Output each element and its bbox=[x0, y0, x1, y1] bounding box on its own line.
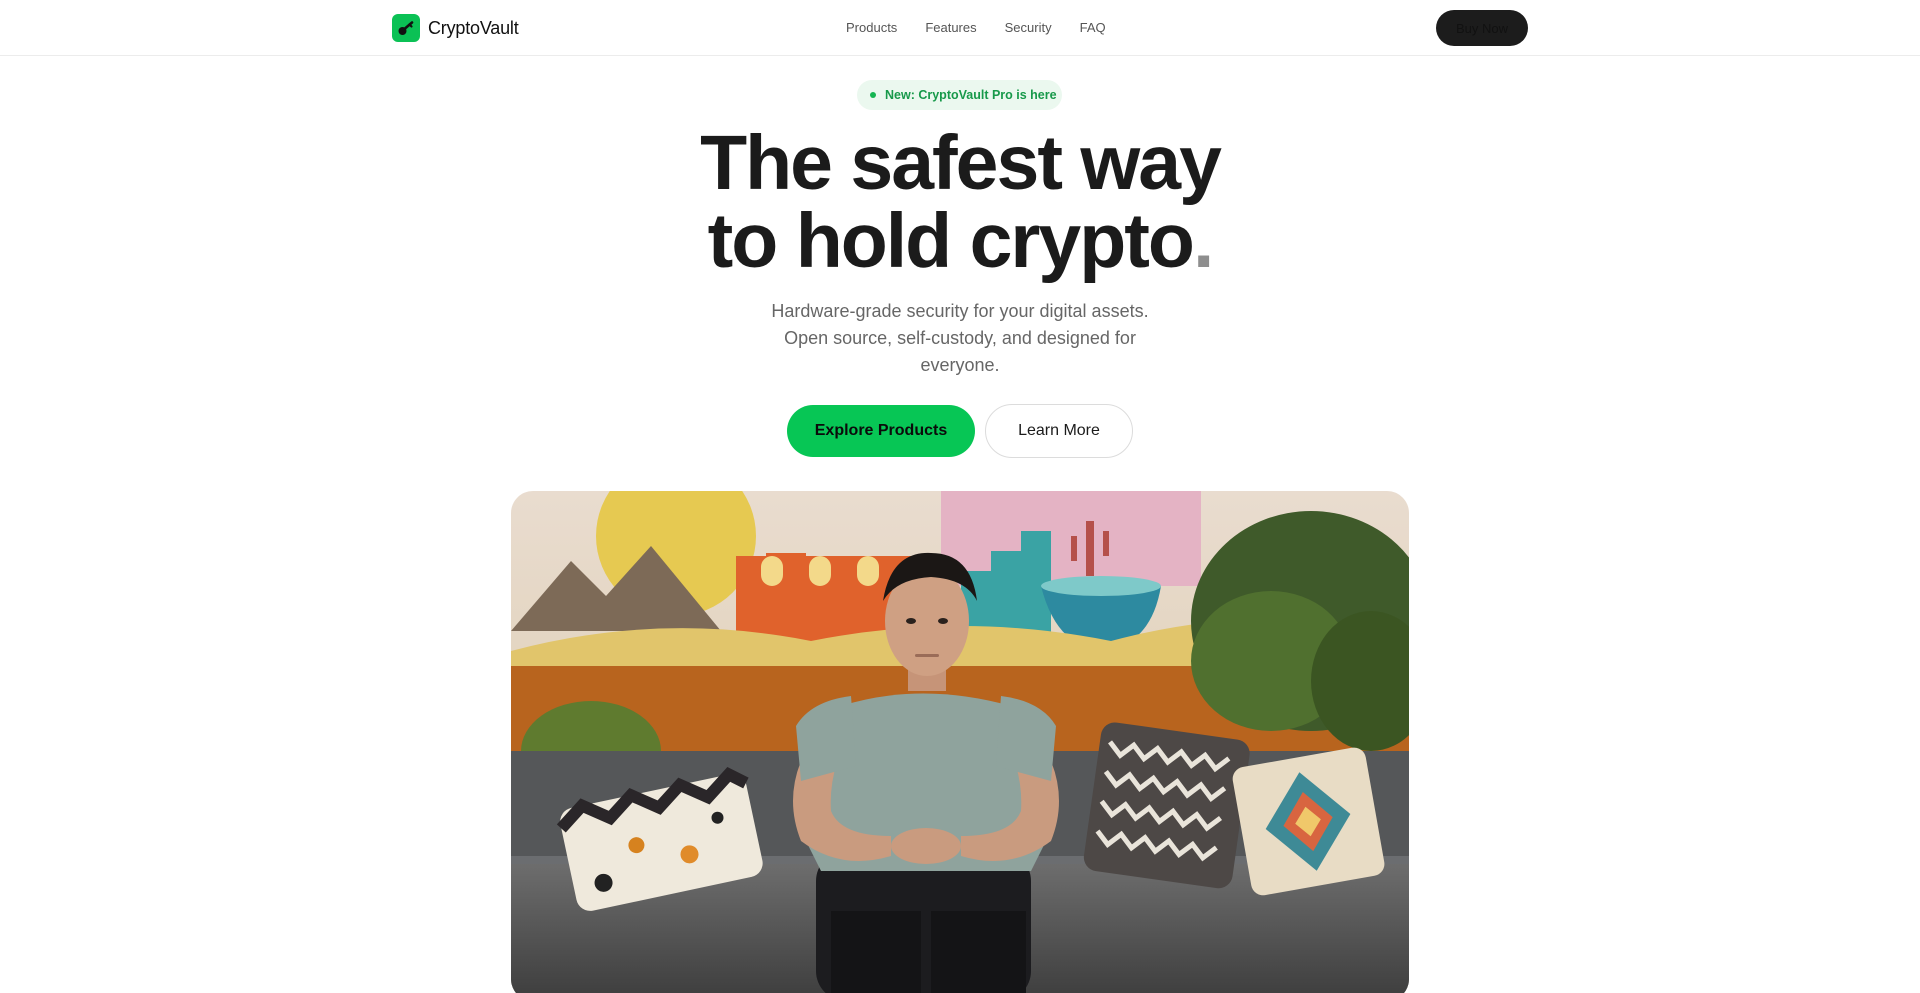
key-icon bbox=[392, 14, 420, 42]
announcement-text: New: CryptoVault Pro is here bbox=[885, 88, 1057, 102]
announcement-badge[interactable]: New: CryptoVault Pro is here bbox=[857, 80, 1062, 110]
learn-more-button[interactable]: Learn More bbox=[985, 404, 1133, 458]
subtext-line-2: Open source, self-custody, and designed … bbox=[784, 328, 1136, 348]
brand-name: CryptoVault bbox=[428, 17, 519, 38]
subtext-line-1: Hardware-grade security for your digital… bbox=[771, 301, 1149, 321]
buy-now-button[interactable]: Buy Now bbox=[1436, 10, 1528, 46]
landing-page: CryptoVault Products Features Security F… bbox=[0, 0, 1920, 993]
site-header: CryptoVault Products Features Security F… bbox=[0, 0, 1920, 56]
nav-link-products[interactable]: Products bbox=[846, 20, 897, 36]
explore-products-button[interactable]: Explore Products bbox=[787, 405, 975, 457]
hero-subtext: Hardware-grade security for your digital… bbox=[0, 298, 1920, 379]
hero-headline: The safest way to hold crypto. bbox=[0, 124, 1920, 280]
headline-line-1: The safest way bbox=[700, 120, 1222, 206]
headline-line-2: to hold crypto. bbox=[0, 202, 1920, 280]
main-nav: Products Features Security FAQ bbox=[846, 20, 1106, 36]
brand-logo[interactable]: CryptoVault bbox=[392, 14, 519, 42]
person-seated-on-sofa-photo bbox=[511, 491, 1409, 993]
headline-line-2-text: to hold crypto bbox=[707, 198, 1195, 284]
hero-photo bbox=[511, 491, 1409, 993]
nav-link-faq[interactable]: FAQ bbox=[1080, 20, 1106, 36]
nav-link-features[interactable]: Features bbox=[925, 20, 976, 36]
subtext-line-3: everyone. bbox=[920, 355, 1000, 375]
headline-period: . bbox=[1192, 198, 1214, 284]
nav-link-security[interactable]: Security bbox=[1005, 20, 1052, 36]
status-dot-icon bbox=[870, 92, 876, 98]
